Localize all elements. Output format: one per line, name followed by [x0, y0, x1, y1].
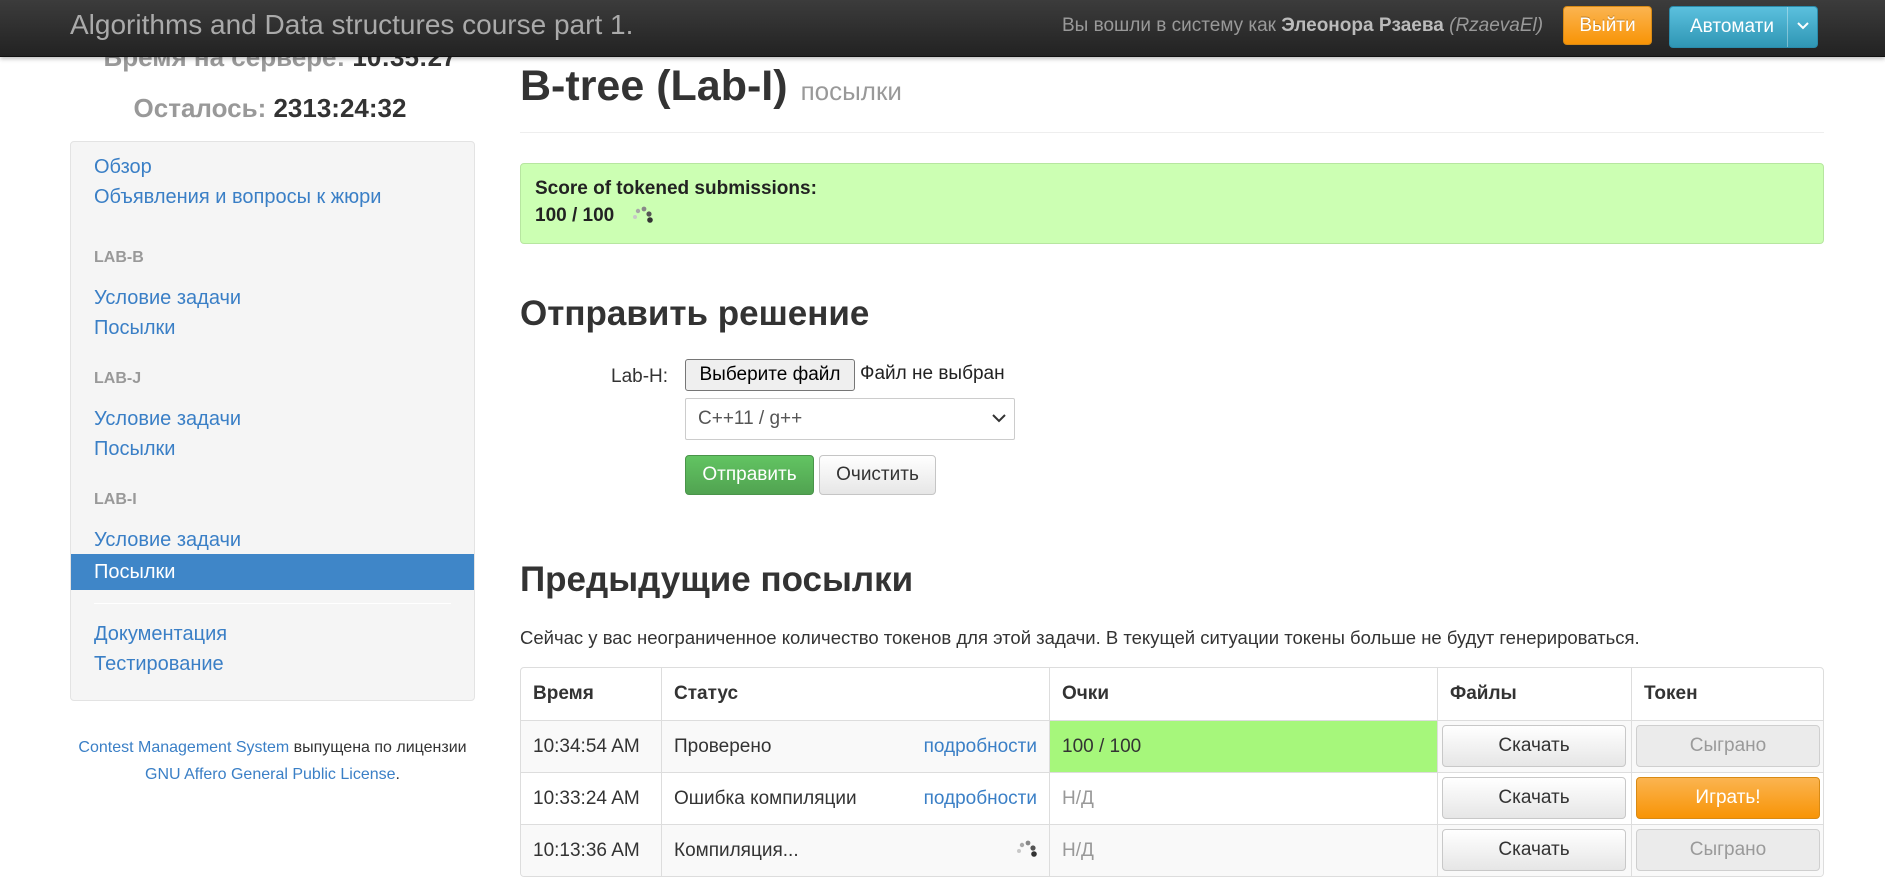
chevron-down-icon	[1797, 22, 1809, 30]
details-link[interactable]: подробности	[924, 721, 1037, 772]
remaining-value: 2313:24:32	[273, 93, 407, 123]
task-subtitle: посылки	[800, 76, 902, 106]
license-period: .	[395, 766, 400, 783]
reset-button[interactable]: Очистить	[819, 455, 936, 495]
remaining-time: Осталось: 2313:24:32	[70, 93, 470, 124]
submission-token-cell: Сыграно	[1631, 825, 1823, 876]
submission-status-cell: Проверено подробности	[661, 721, 1049, 772]
table-row: 10:34:54 AM Проверено подробности 100 / …	[521, 720, 1823, 772]
sidebar-item-communication[interactable]: Объявления и вопросы к жюри	[71, 179, 474, 215]
table-row: 10:13:36 AM Компиляция... Н/Д Скачать Сы…	[521, 824, 1823, 876]
language-select[interactable]: C++11 / g++	[685, 398, 1015, 440]
column-header-files: Файлы	[1437, 668, 1631, 720]
submit-heading: Отправить решение	[520, 294, 870, 333]
submission-files-cell: Скачать	[1437, 825, 1631, 876]
language-label: Автомати	[1690, 16, 1774, 37]
submission-time: 10:33:24 AM	[533, 788, 640, 809]
submission-score: Н/Д	[1049, 825, 1437, 876]
table-row: 10:33:24 AM Ошибка компиляции подробност…	[521, 772, 1823, 824]
submission-time: 10:13:36 AM	[533, 840, 640, 861]
logout-button[interactable]: Выйти	[1563, 6, 1652, 45]
details-link[interactable]: подробности	[924, 773, 1037, 824]
sidebar-header-lab-i: LAB-I	[94, 491, 137, 508]
submission-status-cell: Ошибка компиляции подробности	[661, 773, 1049, 824]
license-text: выпущена по лицензии	[293, 739, 467, 756]
score-value: 100 / 100	[535, 205, 615, 226]
gnu-license-link[interactable]: GNU Affero General Public License	[145, 766, 396, 783]
sidebar-header-lab-j: LAB-J	[94, 370, 142, 387]
submissions-table: Время Статус Очки Файлы Токен 10:34:54 A…	[520, 667, 1824, 877]
login-prefix: Вы вошли в систему как	[1062, 15, 1276, 36]
chevron-down-icon	[992, 414, 1006, 423]
table-header-row: Время Статус Очки Файлы Токен	[521, 668, 1823, 720]
submit-button[interactable]: Отправить	[685, 455, 814, 495]
download-button[interactable]: Скачать	[1442, 725, 1626, 767]
loading-spinner-icon	[1017, 840, 1037, 857]
column-header-token: Токен	[1631, 668, 1823, 720]
previous-submissions-heading: Предыдущие посылки	[520, 560, 914, 599]
sidebar-item-lab-b-submissions[interactable]: Посылки	[71, 310, 474, 346]
user-name: Элеонора Рзаева	[1281, 15, 1444, 36]
submission-token-cell: Сыграно	[1631, 721, 1823, 772]
submission-score: Н/Д	[1049, 773, 1437, 824]
download-button[interactable]: Скачать	[1442, 777, 1626, 819]
sidebar-nav: Обзор Объявления и вопросы к жюри LAB-B …	[70, 141, 475, 701]
token-played-button: Сыграно	[1636, 725, 1820, 767]
token-info-text: Сейчас у вас неограниченное количество т…	[520, 627, 1640, 648]
token-played-button: Сыграно	[1636, 829, 1820, 871]
submission-score: 100 / 100	[1049, 721, 1437, 772]
loading-spinner-icon	[633, 206, 653, 223]
submission-status: Ошибка компиляции	[674, 788, 857, 809]
column-header-time: Время	[533, 683, 594, 704]
submission-time: 10:34:54 AM	[533, 736, 640, 757]
language-dropdown-button[interactable]: Автомати	[1669, 6, 1818, 48]
sidebar-divider	[94, 603, 451, 604]
task-title: B-tree (Lab-I)	[520, 62, 788, 110]
top-navbar: Algorithms and Data structures course pa…	[0, 0, 1885, 57]
sidebar-item-testing[interactable]: Тестирование	[71, 646, 474, 682]
title-divider	[520, 132, 1824, 133]
sidebar-item-lab-j-submissions[interactable]: Посылки	[71, 431, 474, 467]
submission-token-cell: Играть!	[1631, 773, 1823, 824]
sidebar-header-lab-b: LAB-B	[94, 249, 144, 266]
submission-status: Проверено	[674, 736, 772, 757]
submission-files-cell: Скачать	[1437, 773, 1631, 824]
submission-status: Компиляция...	[674, 840, 799, 861]
contest-title[interactable]: Algorithms and Data structures course pa…	[70, 9, 633, 41]
tokened-score-box: Score of tokened submissions: 100 / 100	[520, 163, 1824, 244]
file-status-text: Файл не выбран	[860, 363, 1005, 384]
language-caret[interactable]	[1787, 7, 1817, 47]
sidebar-item-lab-i-statement[interactable]: Условие задачи	[71, 522, 474, 558]
license-footer: Contest Management System выпущена по ли…	[70, 734, 475, 788]
score-label: Score of tokened submissions:	[535, 178, 817, 199]
choose-file-button[interactable]: Выберите файл	[685, 359, 855, 391]
column-header-status: Статус	[661, 668, 1049, 720]
submission-files-cell: Скачать	[1437, 721, 1631, 772]
download-button[interactable]: Скачать	[1442, 829, 1626, 871]
user-login: (RzaevaEl)	[1449, 15, 1544, 36]
file-field-label: Lab-H:	[611, 366, 669, 387]
page-title: B-tree (Lab-I) посылки	[520, 62, 902, 111]
submission-status-cell: Компиляция...	[661, 825, 1049, 876]
play-token-button[interactable]: Играть!	[1636, 777, 1820, 819]
sidebar-item-lab-i-submissions[interactable]: Посылки	[71, 554, 474, 590]
language-select-value: C++11 / g++	[698, 408, 803, 429]
cms-link[interactable]: Contest Management System	[78, 739, 289, 756]
login-info: Вы вошли в систему как Элеонора Рзаева (…	[1062, 15, 1543, 37]
remaining-label: Осталось:	[133, 93, 267, 123]
column-header-score: Очки	[1049, 668, 1437, 720]
